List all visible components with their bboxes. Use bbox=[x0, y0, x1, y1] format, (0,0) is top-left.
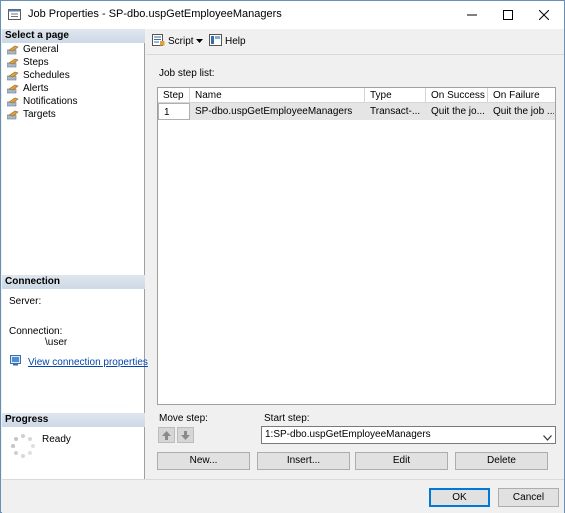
start-step-label: Start step: bbox=[264, 413, 310, 424]
ok-button[interactable]: OK bbox=[429, 488, 490, 507]
new-step-button[interactable]: New... bbox=[157, 452, 250, 470]
wrench-icon bbox=[6, 45, 19, 55]
cell-type: Transact-... bbox=[365, 103, 426, 120]
maximize-button[interactable] bbox=[490, 1, 526, 29]
page-item-schedules[interactable]: Schedules bbox=[6, 69, 70, 82]
progress-spinner-icon bbox=[10, 433, 36, 459]
job-step-grid[interactable]: Step Name Type On Success On Failure 1 S… bbox=[157, 87, 556, 405]
wrench-icon bbox=[6, 110, 19, 120]
table-row[interactable]: 1 SP-dbo.uspGetEmployeeManagers Transact… bbox=[158, 103, 555, 120]
help-icon bbox=[209, 33, 222, 49]
cell-on-failure: Quit the job ... bbox=[488, 103, 555, 120]
move-step-label: Move step: bbox=[159, 413, 208, 424]
close-icon bbox=[539, 10, 549, 20]
window-title: Job Properties - SP-dbo.uspGetEmployeeMa… bbox=[28, 8, 282, 20]
column-header-on-success[interactable]: On Success bbox=[426, 88, 488, 103]
connection-user: \user bbox=[45, 337, 68, 348]
column-header-step[interactable]: Step bbox=[158, 88, 190, 103]
page-item-alerts[interactable]: Alerts bbox=[6, 82, 49, 95]
insert-step-button[interactable]: Insert... bbox=[257, 452, 350, 470]
page-item-notifications[interactable]: Notifications bbox=[6, 95, 78, 108]
column-header-name[interactable]: Name bbox=[190, 88, 365, 103]
page-item-label: Targets bbox=[23, 109, 56, 120]
progress-header: Progress bbox=[2, 413, 145, 427]
page-item-label: Schedules bbox=[23, 70, 70, 81]
wrench-icon bbox=[6, 71, 19, 81]
page-item-label: General bbox=[23, 44, 59, 55]
chevron-down-icon bbox=[196, 39, 203, 43]
maximize-icon bbox=[503, 10, 513, 20]
job-properties-window: Job Properties - SP-dbo.uspGetEmployeeMa… bbox=[0, 0, 565, 513]
cell-name: SP-dbo.uspGetEmployeeManagers bbox=[190, 103, 365, 120]
grid-header: Step Name Type On Success On Failure bbox=[158, 88, 555, 103]
move-step-down-button[interactable] bbox=[177, 427, 194, 443]
script-button[interactable]: Script bbox=[152, 33, 194, 49]
title-bar: Job Properties - SP-dbo.uspGetEmployeeMa… bbox=[1, 1, 564, 29]
page-item-label: Steps bbox=[23, 57, 49, 68]
arrow-down-icon bbox=[181, 430, 190, 440]
minimize-icon bbox=[467, 14, 477, 16]
connection-header: Connection bbox=[2, 275, 145, 289]
minimize-button[interactable] bbox=[454, 1, 490, 29]
toolbar: Script Help bbox=[146, 29, 564, 54]
page-item-label: Alerts bbox=[23, 83, 49, 94]
server-label: Server: bbox=[9, 296, 42, 307]
script-dropdown-button[interactable] bbox=[196, 34, 203, 48]
job-step-list-label: Job step list: bbox=[159, 68, 215, 79]
page-item-targets[interactable]: Targets bbox=[6, 108, 56, 121]
page-item-general[interactable]: General bbox=[6, 43, 59, 56]
start-step-select[interactable]: 1:SP-dbo.uspGetEmployeeManagers bbox=[261, 426, 556, 444]
edit-step-button[interactable]: Edit bbox=[355, 452, 448, 470]
column-header-on-failure[interactable]: On Failure bbox=[488, 88, 555, 103]
page-item-label: Notifications bbox=[23, 96, 78, 107]
close-button[interactable] bbox=[526, 1, 562, 29]
wrench-icon bbox=[6, 97, 19, 107]
wrench-icon bbox=[6, 84, 19, 94]
wrench-icon bbox=[6, 58, 19, 68]
view-connection-properties[interactable]: View connection properties bbox=[10, 355, 148, 369]
progress-status: Ready bbox=[42, 434, 71, 445]
view-connection-link[interactable]: View connection properties bbox=[28, 357, 148, 368]
connection-label: Connection: bbox=[9, 326, 63, 337]
cell-on-success: Quit the jo... bbox=[426, 103, 488, 120]
cancel-button[interactable]: Cancel bbox=[498, 488, 559, 507]
arrow-up-icon bbox=[162, 430, 171, 440]
column-header-type[interactable]: Type bbox=[365, 88, 426, 103]
delete-step-button[interactable]: Delete bbox=[455, 452, 548, 470]
help-button[interactable]: Help bbox=[209, 33, 246, 49]
connection-properties-icon bbox=[10, 355, 23, 369]
move-step-up-button[interactable] bbox=[158, 427, 175, 443]
left-pane: Select a page General Steps Schedules Al… bbox=[2, 29, 148, 479]
toolbar-divider bbox=[146, 54, 564, 55]
job-properties-app-icon bbox=[8, 8, 22, 21]
page-item-steps[interactable]: Steps bbox=[6, 56, 49, 69]
cell-step: 1 bbox=[158, 103, 190, 120]
help-label: Help bbox=[225, 35, 246, 47]
chevron-down-icon bbox=[543, 431, 552, 447]
start-step-value: 1:SP-dbo.uspGetEmployeeManagers bbox=[265, 429, 431, 440]
select-a-page-header: Select a page bbox=[2, 29, 145, 43]
script-label: Script bbox=[168, 35, 194, 47]
script-icon bbox=[152, 33, 165, 49]
